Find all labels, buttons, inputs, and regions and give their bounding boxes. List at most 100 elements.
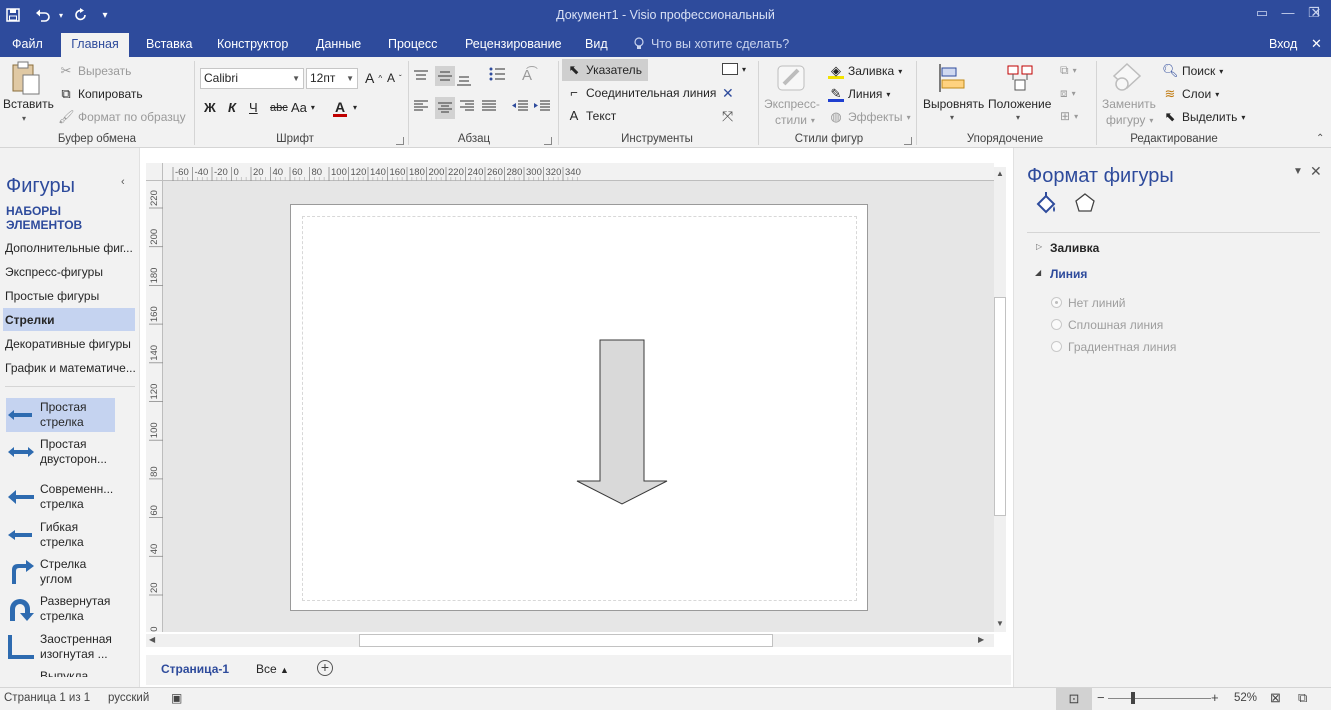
stencil-item[interactable]: Декоративные фигуры <box>5 337 137 351</box>
shape-corner-arrow[interactable]: Стрелка углом <box>6 555 115 589</box>
tab-design[interactable]: Конструктор <box>217 37 288 51</box>
horizontal-ruler[interactable]: -60 -40 -20 0 20 40 60 80 100 120 140 160 180 200 220 2… <box>146 163 994 181</box>
horizontal-scrollbar[interactable]: ◀ ▶ <box>146 634 994 647</box>
add-page-icon[interactable]: + <box>317 660 333 676</box>
rectangle-tool-button[interactable]: ▾ <box>722 63 746 75</box>
stencil-item[interactable]: График и математиче... <box>5 361 137 375</box>
change-shape-label-1[interactable]: Заменить <box>1102 97 1156 111</box>
shape-simple-arrow[interactable]: Простая стрелка <box>6 398 115 432</box>
change-case-button[interactable]: Aa ▾ <box>291 100 315 115</box>
effects-button[interactable]: ◍ Эффекты ▾ <box>828 109 910 125</box>
bring-forward-icon[interactable]: ⧉ ▾ <box>1060 63 1077 78</box>
stencils-header[interactable]: НАБОРЫ ЭЛЕМЕНТОВ <box>6 204 139 232</box>
vertical-scrollbar[interactable]: ▲ ▼ <box>994 167 1006 632</box>
align-button[interactable]: Выровнять <box>923 97 984 111</box>
fill-line-tab-icon[interactable] <box>1034 192 1058 219</box>
stencil-item[interactable]: Экспресс-фигуры <box>5 265 137 279</box>
stencil-item[interactable]: Простые фигуры <box>5 289 137 303</box>
align-top-icon[interactable] <box>414 66 434 86</box>
macro-record-icon[interactable]: ▣ <box>171 691 182 705</box>
line-section-header[interactable]: Линия <box>1050 267 1087 281</box>
italic-button[interactable]: К <box>228 100 236 115</box>
layers-button[interactable]: ≋ Слои ▾ <box>1162 86 1220 102</box>
align-center-icon[interactable] <box>435 97 455 119</box>
shape-double-arrow[interactable]: Простая двусторон... <box>6 435 115 469</box>
change-shape-icon[interactable] <box>1112 61 1144 95</box>
tell-me-input[interactable]: Что вы хотите сделать? <box>651 37 789 51</box>
solid-line-radio[interactable] <box>1051 319 1062 330</box>
paste-dropdown-icon[interactable]: ▾ <box>22 114 26 123</box>
all-pages-button[interactable]: Все ▲ <box>256 662 289 676</box>
shrink-font-button[interactable]: Aˇ <box>387 71 402 85</box>
strikethrough-button[interactable]: abc <box>270 102 288 114</box>
justify-icon[interactable] <box>482 100 496 112</box>
position-dropdown-icon[interactable]: ▾ <box>1016 113 1020 122</box>
connection-point-icon[interactable]: ⤧ <box>722 108 733 125</box>
fit-page-icon[interactable]: ⊠ <box>1270 690 1281 706</box>
paragraph-launcher-icon[interactable] <box>544 137 552 145</box>
decrease-indent-icon[interactable] <box>512 100 528 112</box>
page-tab-current[interactable]: Страница-1 <box>161 662 229 676</box>
tab-data[interactable]: Данные <box>316 37 361 51</box>
copy-button[interactable]: ⧉ Копировать <box>58 86 142 102</box>
presentation-mode-icon[interactable]: ⊡ <box>1056 688 1092 710</box>
font-launcher-icon[interactable] <box>396 137 404 145</box>
select-button[interactable]: ⬉ Выделить ▾ <box>1162 109 1246 125</box>
quick-styles-label-1[interactable]: Экспресс- <box>764 97 820 111</box>
align-right-icon[interactable] <box>460 100 474 112</box>
tab-home[interactable]: Главная <box>61 33 129 57</box>
stencil-item[interactable]: Дополнительные фиг... <box>5 241 137 255</box>
collapse-ribbon-icon[interactable]: ⌃ <box>1316 133 1324 144</box>
zoom-in-icon[interactable]: + <box>1211 690 1219 705</box>
format-painter-button[interactable]: 🖌 Формат по образцу <box>58 109 186 125</box>
align-dropdown-icon[interactable]: ▾ <box>950 113 954 122</box>
bullets-icon[interactable] <box>489 67 505 81</box>
position-shapes-icon[interactable] <box>1005 61 1037 95</box>
delete-connector-icon[interactable]: ✕ <box>722 85 734 102</box>
down-arrow-shape[interactable] <box>576 339 670 507</box>
quick-styles-icon[interactable] <box>776 61 810 95</box>
fill-expand-icon[interactable]: ▷ <box>1036 242 1042 251</box>
text-direction-icon[interactable]: A͡ <box>522 67 532 84</box>
effects-tab-icon[interactable] <box>1074 192 1096 217</box>
tab-view[interactable]: Вид <box>585 37 608 51</box>
line-collapse-icon[interactable]: ◢ <box>1035 268 1041 277</box>
scroll-down-icon[interactable]: ▼ <box>996 619 1004 628</box>
bold-button[interactable]: Ж <box>204 100 216 115</box>
position-button[interactable]: Положение <box>988 97 1051 111</box>
language-indicator[interactable]: русский <box>108 692 149 704</box>
close-window-icon[interactable]: ✕ <box>1302 2 1330 24</box>
signin-link[interactable]: Вход <box>1269 37 1297 51</box>
change-shape-label-2[interactable]: фигуру ▾ <box>1106 113 1153 127</box>
gradient-line-radio[interactable] <box>1051 341 1062 352</box>
shape-modern-arrow[interactable]: Современн... стрелка <box>6 480 115 514</box>
increase-indent-icon[interactable] <box>534 100 550 112</box>
scroll-right-icon[interactable]: ▶ <box>978 635 984 644</box>
font-name-select[interactable]: Calibri ▼ <box>200 68 304 89</box>
group-icon[interactable]: ⊞ ▾ <box>1060 109 1078 123</box>
paste-icon[interactable] <box>10 61 44 97</box>
line-button[interactable]: ✎ Линия ▾ <box>828 86 890 102</box>
zoom-level[interactable]: 52% <box>1234 692 1257 704</box>
tab-file[interactable]: Файл <box>12 37 43 51</box>
font-size-select[interactable]: 12пт ▼ <box>306 68 358 89</box>
vertical-scroll-thumb[interactable] <box>994 297 1006 516</box>
vertical-ruler[interactable]: 220 200 180 160 140 120 100 80 60 40 20 0 <box>146 181 163 632</box>
align-left-icon[interactable] <box>414 100 428 112</box>
paste-button[interactable]: Вставить <box>3 97 54 111</box>
pane-options-icon[interactable]: ▼ <box>1293 166 1303 177</box>
quick-styles-label-2[interactable]: стили ▾ <box>775 113 815 127</box>
underline-button[interactable]: Ч <box>249 100 258 115</box>
tab-process[interactable]: Процесс <box>388 37 437 51</box>
align-bottom-icon[interactable] <box>457 70 477 90</box>
zoom-slider-thumb[interactable] <box>1131 692 1135 704</box>
font-color-dropdown-icon[interactable]: ▾ <box>353 103 357 112</box>
cut-button[interactable]: ✂ Вырезать <box>58 63 132 79</box>
close-icon[interactable]: ✕ <box>1311 36 1322 52</box>
shape-u-turn-arrow[interactable]: Развернутая стрелка <box>6 592 115 626</box>
stencil-item-arrows[interactable]: Стрелки <box>5 313 137 327</box>
drawing-page[interactable] <box>290 204 868 611</box>
horizontal-scroll-thumb[interactable] <box>359 634 773 647</box>
fill-section-header[interactable]: Заливка <box>1050 241 1099 255</box>
shape-label-partial[interactable]: Выпукла... <box>40 669 130 677</box>
